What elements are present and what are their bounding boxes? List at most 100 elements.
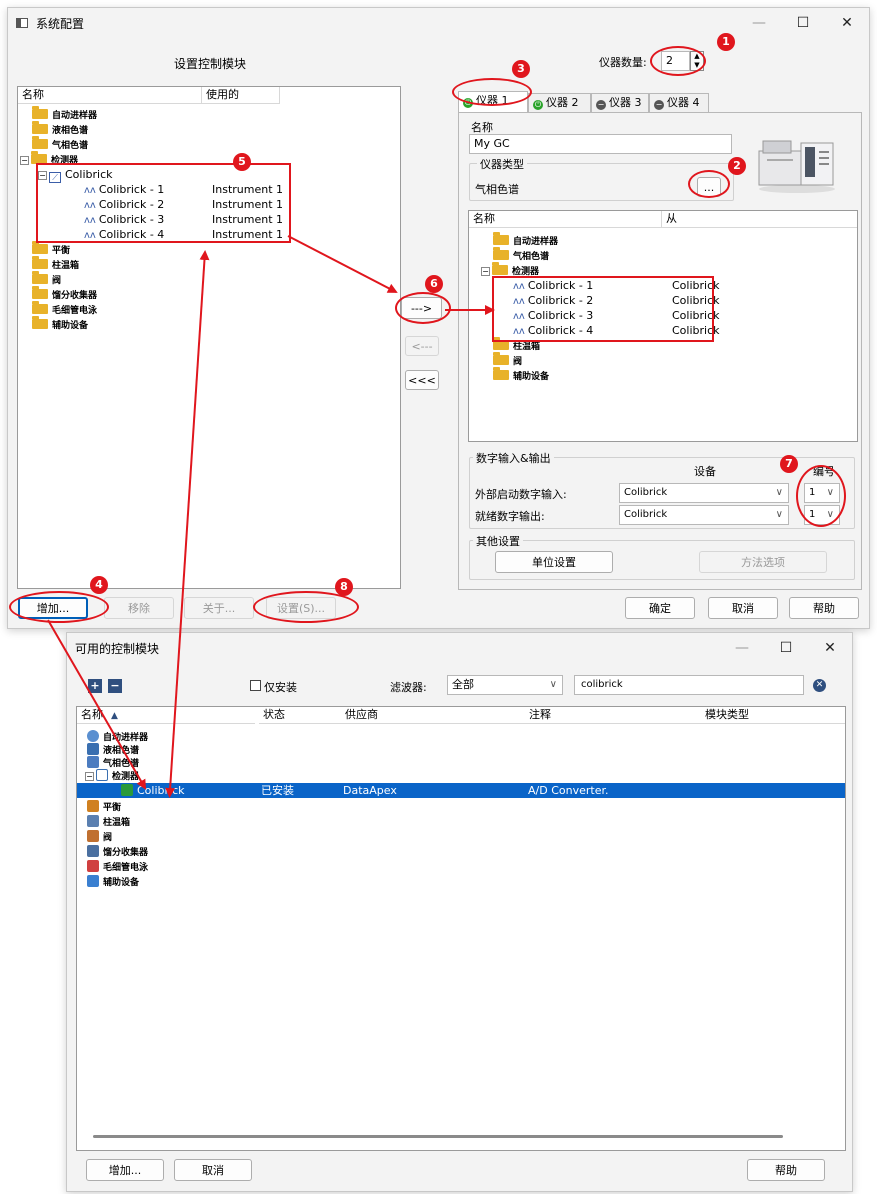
tab-instrument-2[interactable]: ⏻ 仪器 2: [528, 93, 591, 112]
tree-category-fraction[interactable]: 馏分收集器: [87, 844, 148, 859]
tree-folder-lc[interactable]: 液相色谱: [32, 121, 88, 137]
remove-module-button[interactable]: 移除: [104, 597, 174, 619]
instrument-count-spinner[interactable]: ▲ ▼: [690, 51, 704, 71]
col-vendor-header[interactable]: 供应商: [341, 707, 525, 724]
tree-item-colibrick-3[interactable]: ʌʌ Colibrick - 3 Colibrick: [513, 308, 833, 323]
collapse-icon[interactable]: −: [20, 156, 29, 165]
tree-folder-fraction[interactable]: 馏分收集器: [32, 286, 97, 302]
col-name-header[interactable]: 名称: [18, 87, 202, 104]
tree-item-colibrick-2[interactable]: ʌʌ Colibrick - 2 Instrument 1: [84, 197, 384, 212]
module-settings-button[interactable]: 设置(S)...: [266, 597, 336, 619]
tree-folder-valve[interactable]: 阀: [493, 352, 522, 368]
tree-item-colibrick-4[interactable]: ʌʌ Colibrick - 4 Colibrick: [513, 323, 833, 338]
tree-item-colibrick-3[interactable]: ʌʌ Colibrick - 3 Instrument 1: [84, 212, 384, 227]
tree-category-aux[interactable]: 辅助设备: [87, 874, 139, 889]
folder-icon: [32, 106, 48, 119]
maximize-icon[interactable]: ☐: [764, 633, 808, 663]
col-type-header[interactable]: 模块类型: [701, 707, 845, 724]
col-name-header[interactable]: 名称 ▲: [77, 707, 255, 724]
tree-folder-valve[interactable]: 阀: [32, 271, 61, 287]
collapse-icon[interactable]: −: [38, 171, 47, 180]
annotation-8: 8: [335, 578, 353, 596]
tree-category-ce[interactable]: 毛细管电泳: [87, 859, 148, 874]
close-icon[interactable]: ✕: [808, 633, 852, 663]
tree-folder-oven[interactable]: 柱温箱: [32, 256, 79, 272]
method-options-button[interactable]: 方法选项: [699, 551, 827, 573]
minimize-icon[interactable]: —: [737, 8, 781, 38]
collapse-all-icon[interactable]: −: [108, 679, 122, 693]
tree-folder-detector[interactable]: − 检测器: [20, 151, 78, 167]
tree-folder-gc[interactable]: 气相色谱: [493, 247, 549, 263]
dio-input-device-select[interactable]: Colibrick ∨: [619, 483, 789, 503]
tab-instrument-3[interactable]: − 仪器 3: [591, 93, 649, 112]
col-from-header[interactable]: 从: [662, 211, 857, 228]
configured-modules-tree[interactable]: 名称 使用的 自动进样器 液相色谱 气相色谱 − 检测器 − ⟋ Colibrick …: [17, 86, 401, 589]
tree-category-balance[interactable]: 平衡: [87, 799, 121, 814]
instrument-modules-tree[interactable]: 名称 从 自动进样器 气相色谱 − 检测器 ʌʌ Colibrick - 1 Coli…: [468, 210, 858, 442]
available-modules-list[interactable]: 名称 ▲ 状态 供应商 注释 模块类型 自动进样器 液相色谱 气相色谱 − 检测器 …: [76, 706, 846, 1151]
tree-folder-detector[interactable]: − 检测器: [481, 262, 539, 278]
col-note-header[interactable]: 注释: [525, 707, 701, 724]
tree-folder-autosampler[interactable]: 自动进样器: [32, 106, 97, 122]
help-button[interactable]: 帮助: [747, 1159, 825, 1181]
unit-settings-button[interactable]: 单位设置: [495, 551, 613, 573]
tree-item-colibrick-2[interactable]: ʌʌ Colibrick - 2 Colibrick: [513, 293, 833, 308]
tree-folder-gc[interactable]: 气相色谱: [32, 136, 88, 152]
col-status-header[interactable]: 状态: [259, 707, 341, 724]
tree-category-oven[interactable]: 柱温箱: [87, 814, 130, 829]
installed-only-checkbox[interactable]: [250, 680, 261, 691]
tree-folder-ce[interactable]: 毛细管电泳: [32, 301, 97, 317]
move-right-button[interactable]: --->: [401, 297, 442, 319]
dio-output-number-select[interactable]: 1 ∨: [804, 505, 840, 525]
signal-icon: ʌʌ: [513, 326, 525, 337]
instrument-type-browse-button[interactable]: ...: [697, 177, 721, 197]
collapse-icon[interactable]: −: [85, 772, 94, 781]
tree-item-colibrick-1[interactable]: ʌʌ Colibrick - 1 Colibrick: [513, 278, 833, 293]
tab-instrument-4[interactable]: − 仪器 4: [649, 93, 709, 112]
chevron-down-icon: ∨: [775, 509, 783, 520]
tree-category-detector[interactable]: − 检测器: [85, 768, 139, 783]
tree-folder-aux[interactable]: 辅助设备: [32, 316, 88, 332]
module-row-colibrick[interactable]: Colibrick 已安装 DataApex A/D Converter.: [77, 783, 845, 798]
tree-module-colibrick[interactable]: − ⟋ Colibrick: [38, 167, 113, 183]
cancel-button[interactable]: 取消: [708, 597, 778, 619]
add-module-button[interactable]: 增加...: [18, 597, 88, 619]
tree-item-colibrick-4[interactable]: ʌʌ Colibrick - 4 Instrument 1: [84, 227, 384, 242]
close-icon[interactable]: ✕: [825, 8, 869, 38]
maximize-icon[interactable]: ☐: [781, 8, 825, 38]
dio-output-device-select[interactable]: Colibrick ∨: [619, 505, 789, 525]
dio-input-number-select[interactable]: 1 ∨: [804, 483, 840, 503]
help-button[interactable]: 帮助: [789, 597, 859, 619]
col-used-header[interactable]: 使用的: [202, 87, 280, 104]
instrument-name-input[interactable]: My GC: [469, 134, 732, 154]
tree-folder-autosampler[interactable]: 自动进样器: [493, 232, 558, 248]
expand-all-icon[interactable]: +: [88, 679, 102, 693]
cancel-button[interactable]: 取消: [174, 1159, 252, 1181]
tree-folder-aux[interactable]: 辅助设备: [493, 367, 549, 383]
col-name-header[interactable]: 名称: [469, 211, 662, 228]
instrument-count-label: 仪器数量:: [599, 56, 647, 69]
add-module-button[interactable]: 增加...: [86, 1159, 164, 1181]
tree-folder-balance[interactable]: 平衡: [32, 241, 70, 257]
ok-button[interactable]: 确定: [625, 597, 695, 619]
system-config-window: 系统配置 — ☐ ✕ 设置控制模块 名称 使用的 自动进样器 液相色谱 气相色谱…: [7, 7, 870, 629]
name-label: 名称: [471, 121, 493, 134]
filter-select[interactable]: 全部 ∨: [447, 675, 563, 695]
disabled-icon: −: [596, 100, 606, 110]
module-search-input[interactable]: colibrick: [574, 675, 804, 695]
about-module-button[interactable]: 关于...: [184, 597, 254, 619]
folder-icon: [32, 316, 48, 329]
clear-search-icon[interactable]: ✕: [813, 679, 826, 692]
tree-category-valve[interactable]: 阀: [87, 829, 112, 844]
move-all-left-button[interactable]: <<<: [405, 370, 439, 390]
tree-folder-oven[interactable]: 柱温箱: [493, 337, 540, 353]
horizontal-scrollbar[interactable]: [93, 1135, 783, 1138]
folder-icon: [32, 136, 48, 149]
minimize-icon[interactable]: —: [720, 633, 764, 663]
installed-only-label: 仅安装: [264, 681, 297, 694]
instrument-count-input[interactable]: 2: [661, 51, 690, 71]
move-left-button[interactable]: <---: [405, 336, 439, 356]
tab-instrument-1[interactable]: ⏻ 仪器 1: [458, 91, 528, 112]
tree-item-colibrick-1[interactable]: ʌʌ Colibrick - 1 Instrument 1: [84, 182, 384, 197]
collapse-icon[interactable]: −: [481, 267, 490, 276]
